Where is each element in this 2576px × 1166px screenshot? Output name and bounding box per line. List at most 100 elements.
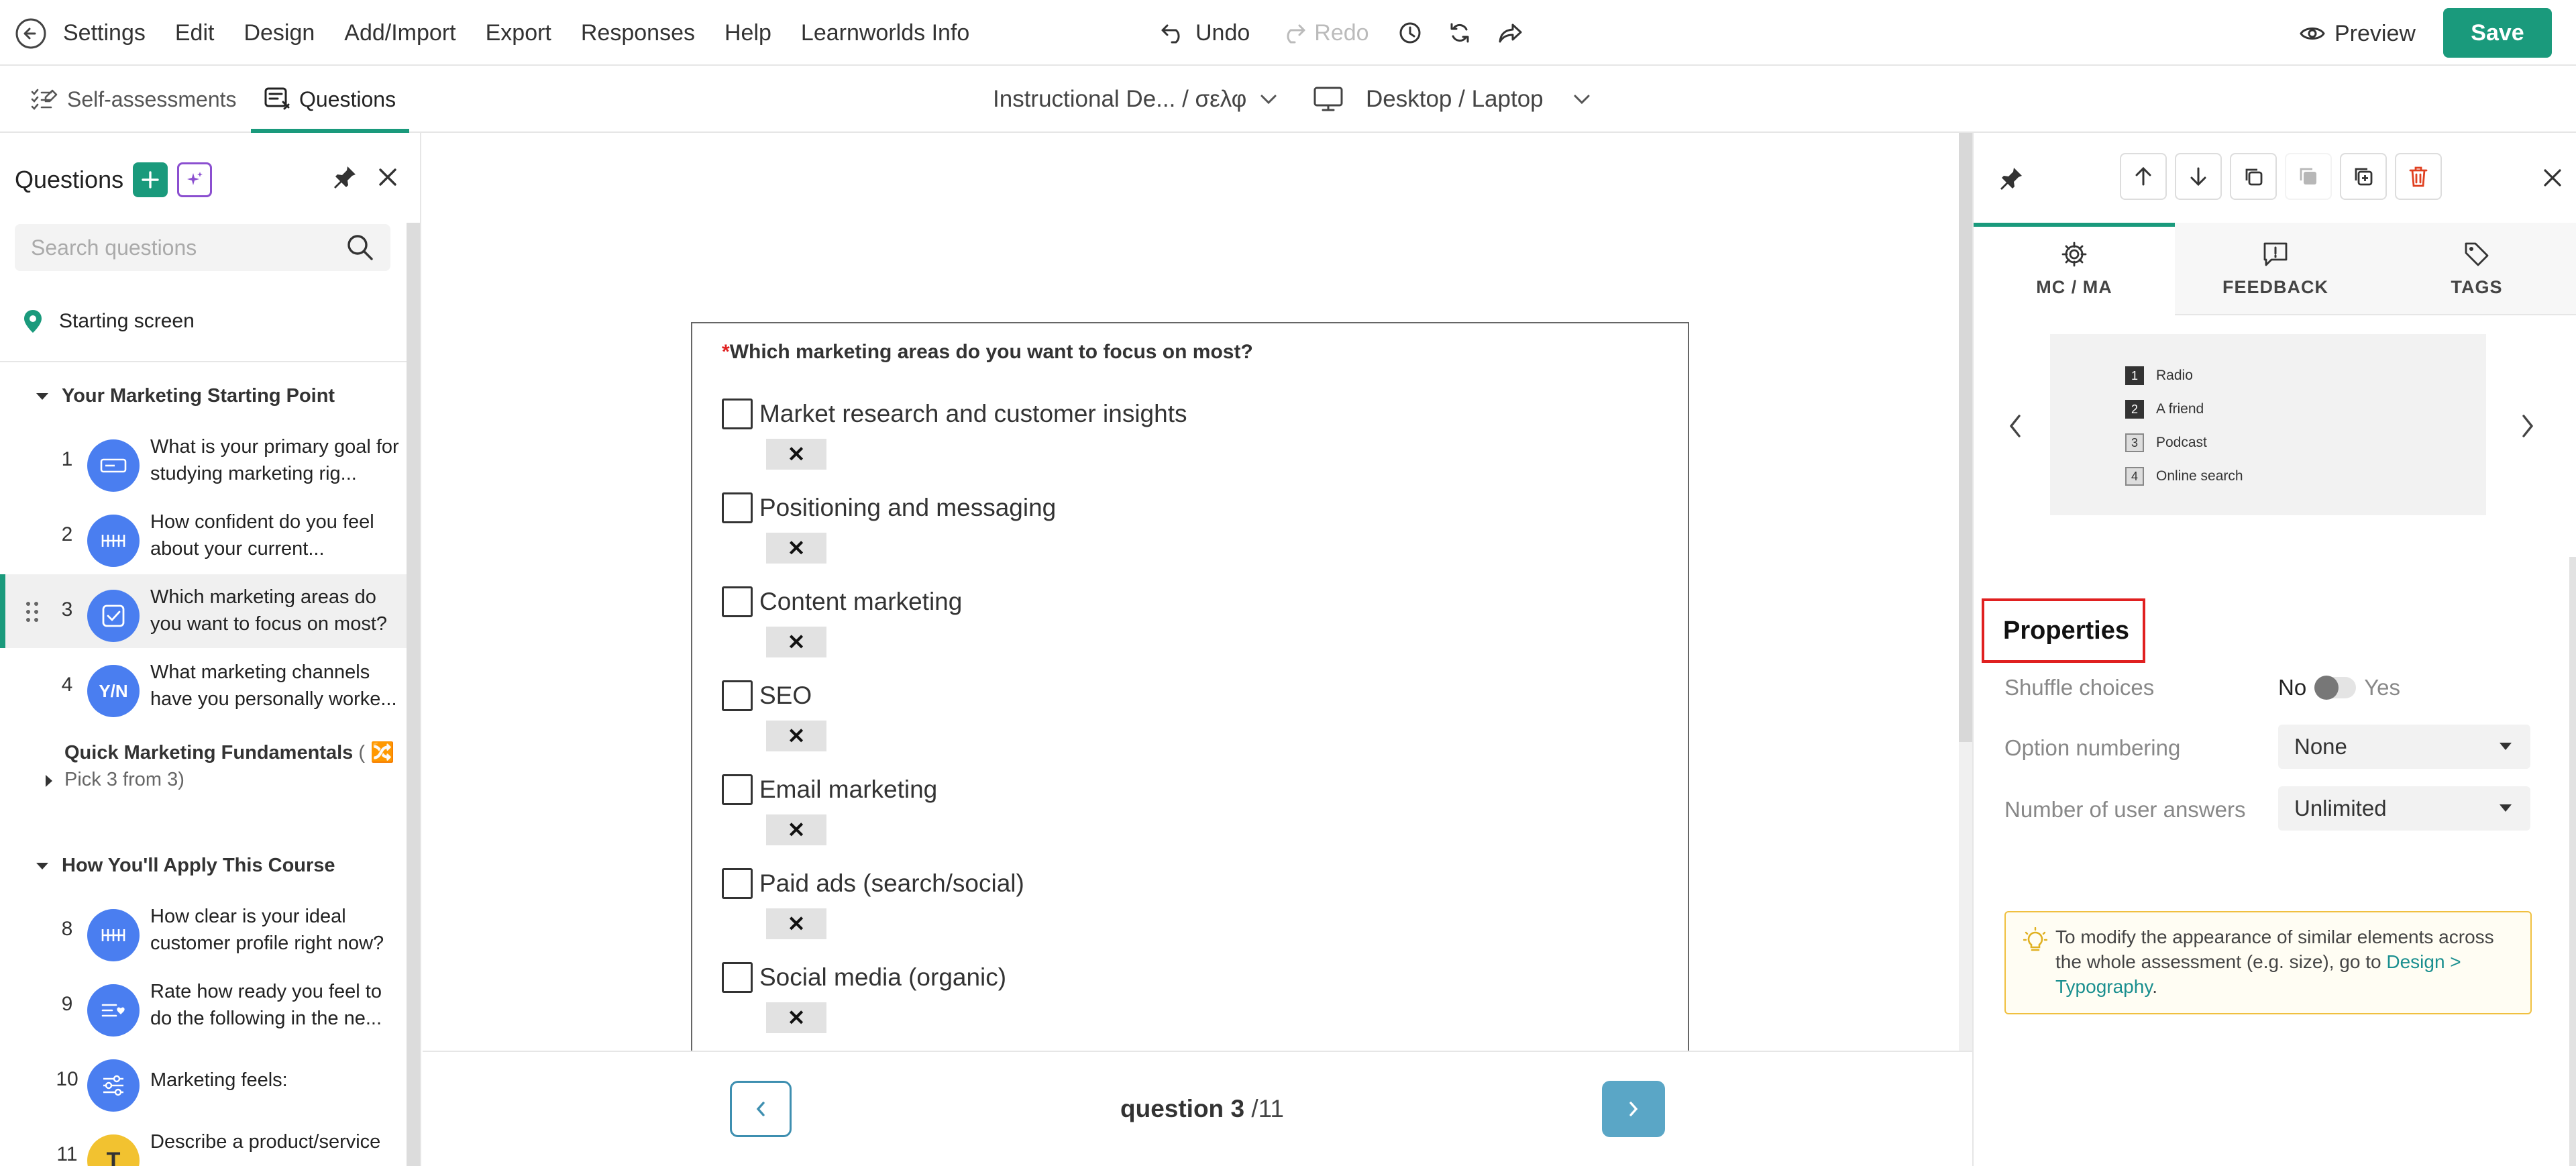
section-quick-marketing-fundamentals[interactable]: Quick Marketing Fundamentals ( 🔀 Pick 3 …	[46, 739, 400, 793]
previous-question-button[interactable]	[730, 1081, 792, 1137]
tab-mc-ma[interactable]: MC / MA	[1974, 223, 2175, 315]
answer-option: Social media (organic) ✕	[722, 962, 1527, 1049]
ai-generate-button[interactable]	[177, 162, 213, 197]
drag-handle-icon[interactable]	[24, 600, 40, 624]
question-list-item[interactable]: 1 What is your primary goal for studying…	[0, 424, 407, 498]
carousel-prev-icon[interactable]	[2007, 413, 2023, 439]
user-answers-select[interactable]: Unlimited	[2278, 786, 2530, 831]
tab-tags-label: TAGS	[2451, 276, 2503, 297]
assessment-selector[interactable]: Instructional De... / σελφ	[993, 66, 1277, 133]
close-icon[interactable]	[2542, 168, 2563, 188]
option-checkbox[interactable]	[722, 399, 753, 429]
option-numbering-select[interactable]: None	[2278, 725, 2530, 769]
search-icon[interactable]	[345, 232, 376, 263]
preview-button[interactable]: Preview	[2300, 17, 2416, 50]
save-button[interactable]: Save	[2443, 8, 2552, 58]
history-clock-icon[interactable]	[1399, 21, 1421, 44]
option-checkbox[interactable]	[722, 962, 753, 993]
option-label[interactable]: Positioning and messaging	[759, 492, 1056, 523]
remove-option-button[interactable]: ✕	[766, 1002, 826, 1033]
canvas-scrollbar-thumb[interactable]	[1959, 133, 1972, 742]
menu-settings[interactable]: Settings	[63, 20, 146, 46]
question-list-item[interactable]: 4 Y/N What marketing channels have you p…	[0, 649, 407, 723]
question-list-item[interactable]: 2 How confident do you feel about your c…	[0, 499, 407, 573]
secondary-toolbar: Self-assessments Questions Instructional…	[0, 66, 2576, 133]
menu-responses[interactable]: Responses	[581, 20, 695, 46]
question-counter-current: 3	[1230, 1095, 1245, 1122]
right-scrollbar[interactable]	[2569, 557, 2576, 1166]
input-icon	[87, 439, 140, 492]
left-scrollbar[interactable]	[407, 223, 420, 1166]
refresh-icon[interactable]	[1448, 21, 1471, 44]
menu-help[interactable]: Help	[724, 20, 771, 46]
move-down-button[interactable]	[2175, 153, 2222, 200]
option-label[interactable]: SEO	[759, 680, 812, 711]
option-numbering-label: Option numbering	[2004, 735, 2181, 760]
undo-button[interactable]: Undo	[1161, 20, 1250, 46]
tab-tags[interactable]: TAGS	[2376, 223, 2576, 315]
duplicate-button[interactable]	[2230, 153, 2277, 200]
redo-button[interactable]: Redo	[1279, 20, 1369, 46]
question-list-item-selected[interactable]: 3 Which marketing areas do you want to f…	[0, 574, 407, 648]
question-list-item[interactable]: 11 T Describe a product/service	[0, 1119, 407, 1166]
shuffle-toggle[interactable]	[2314, 676, 2357, 700]
remove-option-button[interactable]: ✕	[766, 627, 826, 657]
option-label[interactable]: Social media (organic)	[759, 962, 1006, 993]
section-your-marketing-starting-point[interactable]: Your Marketing Starting Point	[36, 385, 335, 407]
menu-edit[interactable]: Edit	[175, 20, 215, 46]
pin-icon[interactable]	[331, 164, 358, 191]
option-checkbox[interactable]	[722, 586, 753, 617]
option-label[interactable]: Paid ads (search/social)	[759, 868, 1024, 899]
section-title: How You'll Apply This Course	[62, 855, 335, 876]
menu-learnworlds-info[interactable]: Learnworlds Info	[801, 20, 969, 46]
option-checkbox[interactable]	[722, 680, 753, 711]
option-checkbox[interactable]	[722, 774, 753, 805]
close-icon[interactable]	[377, 166, 398, 188]
remove-option-button[interactable]: ✕	[766, 439, 826, 470]
option-checkbox[interactable]	[722, 868, 753, 899]
section-how-you-apply[interactable]: How You'll Apply This Course	[36, 855, 335, 877]
tab-feedback[interactable]: FEEDBACK	[2175, 223, 2376, 315]
chevron-right-icon	[1629, 1102, 1638, 1116]
answer-option: Email marketing ✕	[722, 774, 1527, 861]
question-block[interactable]: *Which marketing areas do you want to fo…	[691, 322, 1689, 1060]
next-question-button[interactable]	[1602, 1081, 1665, 1137]
remove-option-button[interactable]: ✕	[766, 814, 826, 845]
menu-add-import[interactable]: Add/Import	[344, 20, 455, 46]
question-list-item[interactable]: 8 How clear is your ideal customer profi…	[0, 894, 407, 967]
option-label[interactable]: Market research and customer insights	[759, 399, 1187, 429]
pin-icon[interactable]	[1998, 165, 2025, 192]
device-selector[interactable]: Desktop / Laptop	[1313, 66, 1591, 133]
option-numbering-value: None	[2294, 734, 2347, 759]
copy-to-button[interactable]	[2340, 153, 2387, 200]
question-list-item[interactable]: 9 Rate how ready you feel to do the foll…	[0, 969, 407, 1043]
option-label[interactable]: Content marketing	[759, 586, 962, 617]
caret-down-icon	[36, 392, 48, 400]
question-list-item[interactable]: 10 Marketing feels:	[0, 1044, 407, 1118]
section-title: Your Marketing Starting Point	[62, 385, 335, 407]
layout-preview-carousel[interactable]: 1 Radio 2 A friend 3 Podcast 4 Online search	[2050, 334, 2486, 515]
properties-heading: Properties	[1982, 598, 2145, 663]
paste-button[interactable]	[2285, 153, 2332, 200]
carousel-next-icon[interactable]	[2520, 413, 2536, 439]
trash-icon	[2409, 166, 2428, 187]
add-question-button[interactable]	[133, 162, 168, 197]
menu-design[interactable]: Design	[244, 20, 315, 46]
tab-questions[interactable]: Questions	[250, 66, 410, 133]
remove-option-button[interactable]: ✕	[766, 908, 826, 939]
delete-button[interactable]	[2395, 153, 2442, 200]
starting-screen-item[interactable]: Starting screen	[23, 309, 195, 334]
move-up-button[interactable]	[2120, 153, 2167, 200]
share-icon[interactable]	[1498, 21, 1523, 44]
option-checkbox[interactable]	[722, 492, 753, 523]
tab-self-assessments[interactable]: Self-assessments	[31, 66, 237, 133]
caret-right-icon	[46, 775, 52, 787]
menu-export[interactable]: Export	[486, 20, 551, 46]
back-arrow-icon[interactable]	[15, 17, 47, 50]
question-text: Marketing feels:	[150, 1069, 288, 1091]
remove-option-button[interactable]: ✕	[766, 533, 826, 564]
search-input[interactable]	[15, 224, 390, 271]
shuffle-toggle-group: No Yes	[2278, 675, 2400, 700]
remove-option-button[interactable]: ✕	[766, 721, 826, 751]
option-label[interactable]: Email marketing	[759, 774, 937, 805]
